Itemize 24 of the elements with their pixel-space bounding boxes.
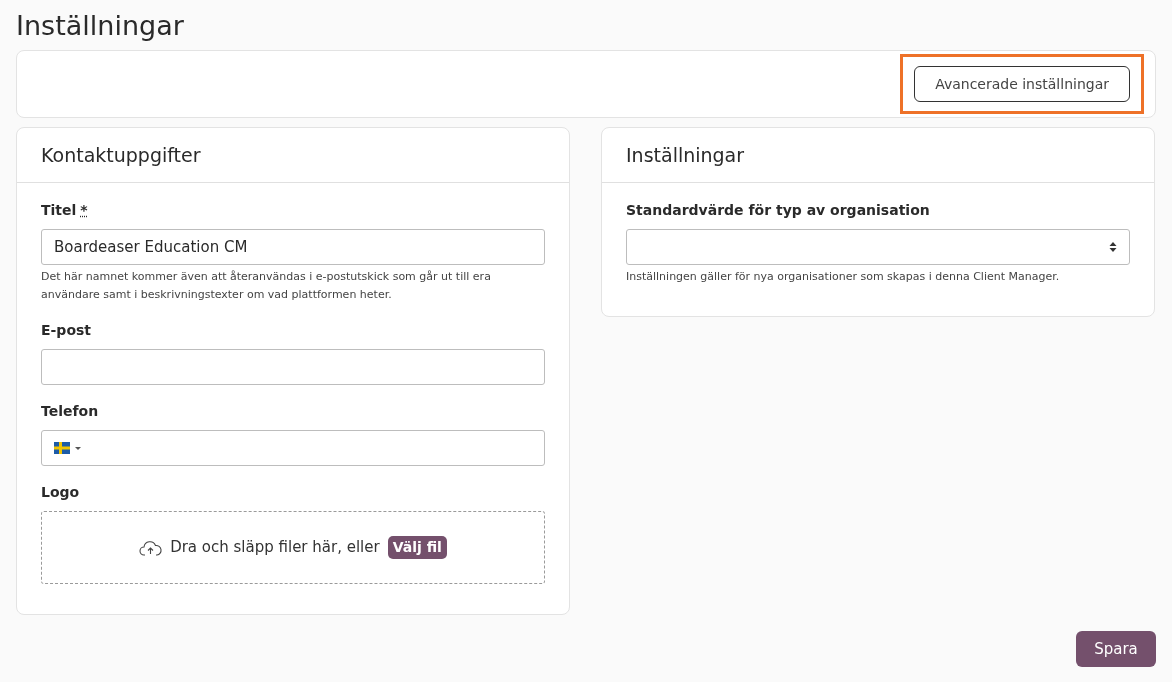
field-label: Titel <box>41 202 77 218</box>
page-title: Inställningar <box>16 9 185 43</box>
flag-icon[interactable] <box>54 442 70 454</box>
phone-field[interactable] <box>41 430 545 466</box>
caret-icon[interactable] <box>74 445 82 451</box>
advanced-settings-button[interactable]: Avancerade inställningar <box>914 66 1130 102</box>
text-field[interactable] <box>41 349 545 385</box>
help-text: Inställningen gäller för nya organisationer som skapas i denna Client Manager. <box>626 269 1061 285</box>
select-field[interactable] <box>626 229 1130 265</box>
field-label: Telefon <box>41 403 99 419</box>
required-mark: * <box>80 202 88 218</box>
field-label: Standardvärde för typ av organisation <box>626 202 930 218</box>
drop-zone[interactable]: Dra och släpp filer här, eller Välj fil <box>41 511 545 584</box>
help-text: Det här namnet kommer även att återanvändas i e-postutskick som går ut till era användare samt i beskrivningstexter om vad plattformen heter. <box>41 269 492 303</box>
sort-icon <box>1109 241 1117 253</box>
cloud-upload-icon <box>139 539 163 556</box>
field-label: E-post <box>41 322 92 338</box>
card-title: Inställningar <box>626 142 745 168</box>
save-button[interactable]: Spara <box>1076 631 1156 667</box>
choose-file-button[interactable]: Välj fil <box>387 536 447 559</box>
drop-instruction: Dra och släpp filer här, eller <box>170 537 380 559</box>
card-title: Kontaktuppgifter <box>41 142 201 168</box>
text-field[interactable]: Boardeaser Education CM <box>41 229 545 265</box>
field-label: Logo <box>41 484 80 500</box>
